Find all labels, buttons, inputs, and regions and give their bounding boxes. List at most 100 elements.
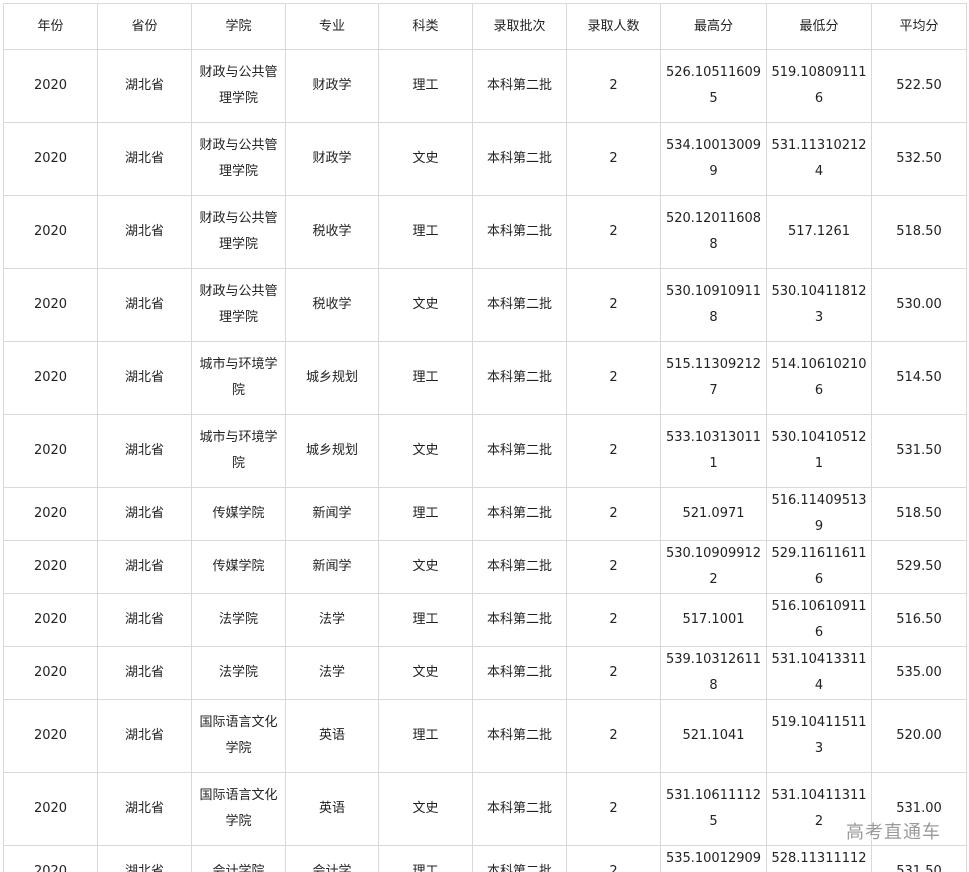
cell-max-score: 539.103126118 (660, 646, 767, 700)
cell-batch: 本科第二批 (472, 772, 567, 846)
cell-min-score: 519.104115113 (766, 699, 872, 773)
cell-year: 2020 (3, 414, 98, 488)
cell-batch: 本科第二批 (472, 49, 567, 123)
cell-category: 理工 (378, 487, 473, 541)
cell-batch: 本科第二批 (472, 845, 567, 872)
table-row: 2020 湖北省 传媒学院 新闻学 文史 本科第二批 2 530.1090991… (3, 540, 967, 594)
header-college: 学院 (191, 3, 286, 50)
cell-year: 2020 (3, 195, 98, 269)
cell-province: 湖北省 (97, 122, 192, 196)
cell-batch: 本科第二批 (472, 195, 567, 269)
cell-year: 2020 (3, 540, 98, 594)
cell-major: 税收学 (285, 195, 379, 269)
cell-max-score: 533.103130111 (660, 414, 767, 488)
cell-avg-score: 520.00 (871, 699, 967, 773)
cell-province: 湖北省 (97, 49, 192, 123)
cell-min-score: 516.114095139 (766, 487, 872, 541)
cell-avg-score: 535.00 (871, 646, 967, 700)
cell-batch: 本科第二批 (472, 414, 567, 488)
cell-max-score: 521.1041 (660, 699, 767, 773)
header-batch: 录取批次 (472, 3, 567, 50)
cell-count: 2 (566, 49, 661, 123)
cell-major: 城乡规划 (285, 414, 379, 488)
cell-count: 2 (566, 195, 661, 269)
cell-avg-score: 514.50 (871, 341, 967, 415)
cell-province: 湖北省 (97, 845, 192, 872)
cell-province: 湖北省 (97, 487, 192, 541)
cell-college: 财政与公共管理学院 (191, 122, 286, 196)
table-row: 2020 湖北省 法学院 法学 文史 本科第二批 2 539.103126118… (3, 646, 967, 700)
cell-category: 理工 (378, 845, 473, 872)
cell-batch: 本科第二批 (472, 699, 567, 773)
cell-college: 城市与环境学院 (191, 414, 286, 488)
cell-major: 英语 (285, 699, 379, 773)
cell-min-score: 531.113102124 (766, 122, 872, 196)
cell-min-score: 529.116116116 (766, 540, 872, 594)
cell-province: 湖北省 (97, 646, 192, 700)
cell-college: 财政与公共管理学院 (191, 268, 286, 342)
cell-year: 2020 (3, 268, 98, 342)
cell-category: 文史 (378, 540, 473, 594)
table-row: 2020 湖北省 财政与公共管理学院 财政学 文史 本科第二批 2 534.10… (3, 122, 967, 196)
cell-min-score: 514.106102106 (766, 341, 872, 415)
cell-batch: 本科第二批 (472, 122, 567, 196)
cell-avg-score: 518.50 (871, 487, 967, 541)
header-major: 专业 (285, 3, 379, 50)
cell-college: 会计学院 (191, 845, 286, 872)
cell-avg-score: 532.50 (871, 122, 967, 196)
cell-count: 2 (566, 593, 661, 647)
cell-max-score: 534.100130099 (660, 122, 767, 196)
table-row: 2020 湖北省 城市与环境学院 城乡规划 文史 本科第二批 2 533.103… (3, 414, 967, 488)
cell-count: 2 (566, 540, 661, 594)
cell-college: 国际语言文化学院 (191, 699, 286, 773)
cell-category: 理工 (378, 49, 473, 123)
cell-min-score: 531.104133114 (766, 646, 872, 700)
cell-year: 2020 (3, 699, 98, 773)
cell-min-score: 519.108091116 (766, 49, 872, 123)
cell-max-score: 515.113092127 (660, 341, 767, 415)
cell-year: 2020 (3, 593, 98, 647)
cell-major: 税收学 (285, 268, 379, 342)
cell-major: 城乡规划 (285, 341, 379, 415)
cell-major: 新闻学 (285, 487, 379, 541)
cell-category: 理工 (378, 699, 473, 773)
cell-avg-score: 531.50 (871, 845, 967, 872)
cell-batch: 本科第二批 (472, 646, 567, 700)
cell-max-score: 520.120116088 (660, 195, 767, 269)
cell-count: 2 (566, 699, 661, 773)
cell-category: 文史 (378, 414, 473, 488)
cell-max-score: 526.105116095 (660, 49, 767, 123)
cell-max-score: 531.106111125 (660, 772, 767, 846)
cell-count: 2 (566, 487, 661, 541)
table-row: 2020 湖北省 法学院 法学 理工 本科第二批 2 517.1001 516.… (3, 593, 967, 647)
cell-province: 湖北省 (97, 540, 192, 594)
cell-count: 2 (566, 268, 661, 342)
cell-college: 法学院 (191, 646, 286, 700)
cell-count: 2 (566, 414, 661, 488)
cell-province: 湖北省 (97, 268, 192, 342)
cell-avg-score: 530.00 (871, 268, 967, 342)
cell-min-score: 517.1261 (766, 195, 872, 269)
cell-college: 法学院 (191, 593, 286, 647)
cell-batch: 本科第二批 (472, 487, 567, 541)
cell-count: 2 (566, 341, 661, 415)
cell-avg-score: 518.50 (871, 195, 967, 269)
cell-major: 财政学 (285, 122, 379, 196)
cell-category: 文史 (378, 268, 473, 342)
cell-avg-score: 531.50 (871, 414, 967, 488)
cell-college: 国际语言文化学院 (191, 772, 286, 846)
cell-avg-score: 522.50 (871, 49, 967, 123)
cell-major: 会计学 (285, 845, 379, 872)
cell-batch: 本科第二批 (472, 593, 567, 647)
cell-category: 理工 (378, 195, 473, 269)
table-row: 2020 湖北省 国际语言文化学院 英语 文史 本科第二批 2 531.1061… (3, 772, 967, 846)
cell-min-score: 530.104105121 (766, 414, 872, 488)
header-year: 年份 (3, 3, 98, 50)
cell-year: 2020 (3, 845, 98, 872)
cell-max-score: 521.0971 (660, 487, 767, 541)
cell-category: 文史 (378, 122, 473, 196)
cell-batch: 本科第二批 (472, 268, 567, 342)
table-row: 2020 湖北省 国际语言文化学院 英语 理工 本科第二批 2 521.1041… (3, 699, 967, 773)
cell-province: 湖北省 (97, 772, 192, 846)
cell-count: 2 (566, 772, 661, 846)
